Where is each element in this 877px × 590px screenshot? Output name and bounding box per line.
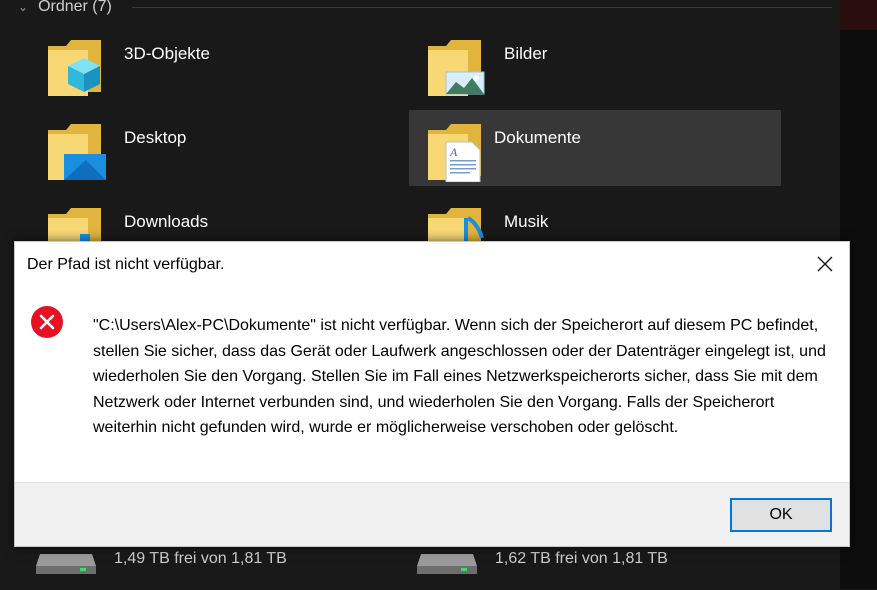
- error-dialog: Der Pfad ist nicht verfügbar. "C:\Users\…: [14, 241, 850, 547]
- folder-label: Desktop: [124, 128, 187, 147]
- folder-item-dokumente[interactable]: A Dokumente: [409, 110, 781, 186]
- hard-drive-icon: [36, 554, 96, 574]
- drive-free-space: 1,49 TB frei von 1,81 TB: [114, 550, 287, 567]
- folder-label: Dokumente: [494, 128, 581, 147]
- folder-item-bilder[interactable]: Bilder: [390, 26, 762, 102]
- folder-label: 3D-Objekte: [124, 44, 210, 63]
- folders-group-header[interactable]: ⌄ Ordner (7): [18, 0, 112, 18]
- drive-free-space: 1,62 TB frei von 1,81 TB: [495, 550, 668, 567]
- folder-label: Bilder: [504, 44, 548, 63]
- folder-documents-icon: A: [428, 124, 481, 182]
- chevron-down-icon: ⌄: [18, 0, 29, 14]
- dialog-message: "C:\Users\Alex-PC\Dokumente" ist nicht v…: [93, 317, 826, 436]
- drive-item-2[interactable]: 1,62 TB frei von 1,81 TB: [381, 540, 753, 590]
- group-header-label: Ordner (7): [38, 0, 112, 15]
- dialog-title: Der Pfad ist nicht verfügbar.: [27, 256, 225, 273]
- close-icon: [817, 256, 833, 272]
- folder-label: Downloads: [124, 212, 209, 231]
- folder-label: Musik: [504, 212, 549, 231]
- folder-item-3d-objekte[interactable]: 3D-Objekte: [10, 26, 382, 102]
- drive-item-1[interactable]: 1,49 TB frei von 1,81 TB: [0, 540, 372, 590]
- dialog-footer: OK: [15, 482, 849, 546]
- svg-text:A: A: [449, 145, 458, 159]
- folder-pictures-icon: [428, 40, 485, 96]
- ok-button[interactable]: OK: [730, 498, 832, 532]
- folder-desktop-icon: [48, 124, 106, 180]
- background-accent: [840, 0, 877, 30]
- folder-3d-objects-icon: [48, 40, 101, 96]
- hard-drive-icon: [417, 554, 477, 574]
- folder-item-desktop[interactable]: Desktop: [10, 110, 382, 186]
- error-icon: [31, 306, 63, 338]
- close-button[interactable]: [813, 252, 837, 276]
- group-divider: [132, 7, 832, 8]
